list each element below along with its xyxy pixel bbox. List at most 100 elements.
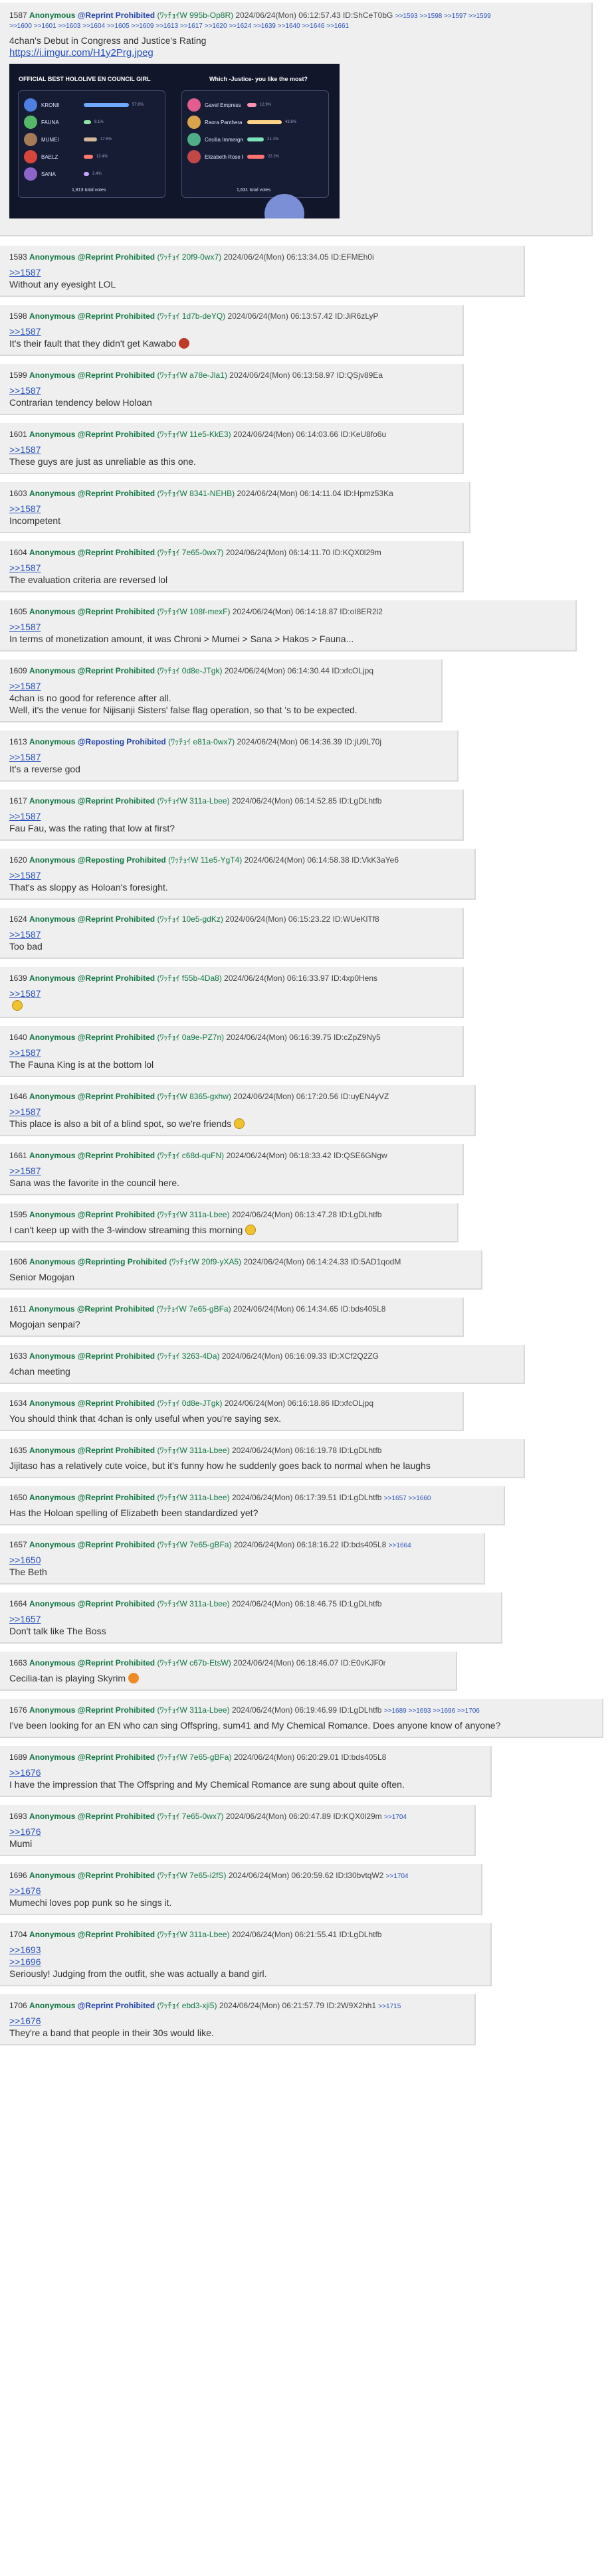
poster-id[interactable]: ID:xfcOLjpq <box>332 666 373 675</box>
poster-id[interactable]: ID:uyEN4yVZ <box>341 1092 389 1101</box>
poster-id[interactable]: ID:5AD1qodM <box>351 1257 401 1266</box>
poster-mail[interactable]: @Reprint Prohibited <box>78 1351 155 1361</box>
quote-link[interactable]: >>1587 <box>9 562 453 574</box>
poster-mail[interactable]: @Reprint Prohibited <box>78 1210 155 1219</box>
poster-id[interactable]: ID:l30bvtqW2 <box>336 1871 383 1880</box>
poster-mail[interactable]: @Reprint Prohibited <box>78 796 155 806</box>
backrefs[interactable]: >>1704 <box>386 1873 409 1880</box>
poster-mail[interactable]: @Reprint Prohibited <box>78 666 155 675</box>
poll-image[interactable]: OFFICIAL BEST HOLOLIVE EN COUNCIL GIRL W… <box>9 64 340 218</box>
quote-link[interactable]: >>1676 <box>9 1766 481 1778</box>
post-number[interactable]: 1593 <box>9 252 27 262</box>
poster-id[interactable]: ID:2W9X2hh1 <box>326 2001 376 2010</box>
poster-id[interactable]: ID:cZpZ9Ny5 <box>334 1033 381 1042</box>
post-number[interactable]: 1605 <box>9 607 27 616</box>
backrefs-line2[interactable]: >>1600 >>1601 >>1603 >>1604 >>1605 >>160… <box>9 23 582 30</box>
poster-id[interactable]: ID:LgDLhtfb <box>339 1599 381 1608</box>
poster-id[interactable]: ID:KeU8fo6u <box>340 430 386 439</box>
post-number[interactable]: 1650 <box>9 1493 27 1502</box>
backrefs[interactable]: >>1715 <box>378 2003 401 2010</box>
quote-link[interactable]: >>1587 <box>9 810 453 822</box>
post-number[interactable]: 1696 <box>9 1871 27 1880</box>
post-number[interactable]: 1635 <box>9 1446 27 1455</box>
poster-id[interactable]: ID:jU9L70j <box>344 737 381 746</box>
poster-id[interactable]: ID:xfcOLjpq <box>332 1399 373 1408</box>
poster-mail[interactable]: @Reprint Prohibited <box>78 2001 155 2010</box>
backrefs[interactable]: >>1593 >>1598 >>1597 >>1599 <box>395 13 491 20</box>
poster-mail[interactable]: @Reprint Prohibited <box>78 1033 155 1042</box>
poster-mail[interactable]: @Reprint Prohibited <box>78 1151 155 1160</box>
quote-link[interactable]: >>1587 <box>9 869 465 881</box>
poster-id[interactable]: ID:QSE6GNgw <box>334 1151 387 1160</box>
poster-id[interactable]: ID:LgDLhtfb <box>339 1210 381 1219</box>
poster-id[interactable]: ID:bds405L8 <box>341 1753 386 1762</box>
quote-link[interactable]: >>1587 <box>9 444 453 456</box>
poster-mail[interactable]: @Reprint Prohibited <box>78 1658 155 1668</box>
post-number[interactable]: 1603 <box>9 489 27 498</box>
poster-mail[interactable]: @Reprint Prohibited <box>78 914 155 924</box>
poster-mail[interactable]: @Reprint Prohibited <box>78 311 155 321</box>
post-number[interactable]: 1693 <box>9 1812 27 1821</box>
poster-mail[interactable]: @Reposting Prohibited <box>78 855 166 865</box>
post-number[interactable]: 1646 <box>9 1092 27 1101</box>
poster-mail[interactable]: @Reprint Prohibited <box>78 430 155 439</box>
poster-mail[interactable]: @Reprint Prohibited <box>78 1493 155 1502</box>
quote-link[interactable]: >>1587 <box>9 680 432 692</box>
post-number[interactable]: 1606 <box>9 1257 27 1266</box>
quote-link[interactable]: >>1587 <box>9 751 448 763</box>
post-number[interactable]: 1611 <box>9 1304 27 1314</box>
poster-mail[interactable]: @Reprint Prohibited <box>78 1446 155 1455</box>
quote-link[interactable]: >>1676 <box>9 1885 472 1897</box>
poster-mail[interactable]: @Reprint Prohibited <box>78 11 155 20</box>
backrefs[interactable]: >>1657 >>1660 <box>384 1495 431 1502</box>
poster-id[interactable]: ID:LgDLhtfb <box>339 1493 381 1502</box>
backrefs[interactable]: >>1704 <box>384 1814 407 1821</box>
backrefs[interactable]: >>1664 <box>389 1542 411 1549</box>
poster-mail[interactable]: @Reprint Prohibited <box>78 1871 155 1880</box>
poster-mail[interactable]: @Reprint Prohibited <box>78 1930 155 1939</box>
post-number[interactable]: 1661 <box>9 1151 27 1160</box>
quote-link[interactable]: >>1587 <box>9 266 514 278</box>
poster-mail[interactable]: @Reprint Prohibited <box>78 1705 155 1715</box>
poster-id[interactable]: ID:KQX0l29m <box>332 548 381 557</box>
post-number[interactable]: 1601 <box>9 430 27 439</box>
post-number[interactable]: 1633 <box>9 1351 27 1361</box>
poster-id[interactable]: ID:LgDLhtfb <box>339 796 381 806</box>
post-number[interactable]: 1663 <box>9 1658 27 1668</box>
poster-id[interactable]: ID:XCf2Q2ZG <box>329 1351 379 1361</box>
poster-mail[interactable]: @Reprint Prohibited <box>78 1599 155 1608</box>
quote-link[interactable]: >>1587 <box>9 1106 465 1118</box>
poster-mail[interactable]: @Reprint Prohibited <box>78 607 155 616</box>
poster-id[interactable]: ID:Hpmz53Ka <box>344 489 393 498</box>
poster-id[interactable]: ID:bds405L8 <box>340 1304 385 1314</box>
poster-mail[interactable]: @Reprint Prohibited <box>78 1399 155 1408</box>
image-link[interactable]: https://i.imgur.com/H1y2Prg.jpeg <box>9 47 154 58</box>
quote-link[interactable]: >>1650 <box>9 1554 474 1566</box>
poster-id[interactable]: ID:LgDLhtfb <box>339 1930 381 1939</box>
post-number[interactable]: 1634 <box>9 1399 27 1408</box>
poster-id[interactable]: ID:ShCeT0bG <box>343 11 393 20</box>
poster-id[interactable]: ID:JiR6zLyP <box>335 311 379 321</box>
post-number[interactable]: 1609 <box>9 666 27 675</box>
poster-id[interactable]: ID:LgDLhtfb <box>339 1446 381 1455</box>
quote-link[interactable]: >>1587 <box>9 1165 453 1177</box>
quote-link[interactable]: >>1657 <box>9 1613 492 1625</box>
poster-id[interactable]: ID:WUeKlTf8 <box>333 914 379 924</box>
poster-mail[interactable]: @Reprint Prohibited <box>78 1753 155 1762</box>
poster-mail[interactable]: @Reprint Prohibited <box>78 1092 155 1101</box>
poster-id[interactable]: ID:EFMEh0i <box>331 252 374 262</box>
poster-mail[interactable]: @Reprint Prohibited <box>77 1304 154 1314</box>
poster-id[interactable]: ID:oI8ER2l2 <box>340 607 383 616</box>
post-number[interactable]: 1676 <box>9 1705 27 1715</box>
post-number[interactable]: 1598 <box>9 311 27 321</box>
quote-link[interactable]: >>1587 <box>9 325 453 337</box>
post-number[interactable]: 1640 <box>9 1033 27 1042</box>
poster-mail[interactable]: @Reprint Prohibited <box>78 974 155 983</box>
post-number[interactable]: 1624 <box>9 914 27 924</box>
poster-mail[interactable]: @Reprint Prohibited <box>78 1812 155 1821</box>
post-number[interactable]: 1664 <box>9 1599 27 1608</box>
quote-link[interactable]: >>1587 <box>9 385 453 396</box>
poster-mail[interactable]: @Reprinting Prohibited <box>78 1257 167 1266</box>
poster-id[interactable]: ID:E0vKJF0r <box>341 1658 386 1668</box>
post-number[interactable]: 1657 <box>9 1540 27 1549</box>
